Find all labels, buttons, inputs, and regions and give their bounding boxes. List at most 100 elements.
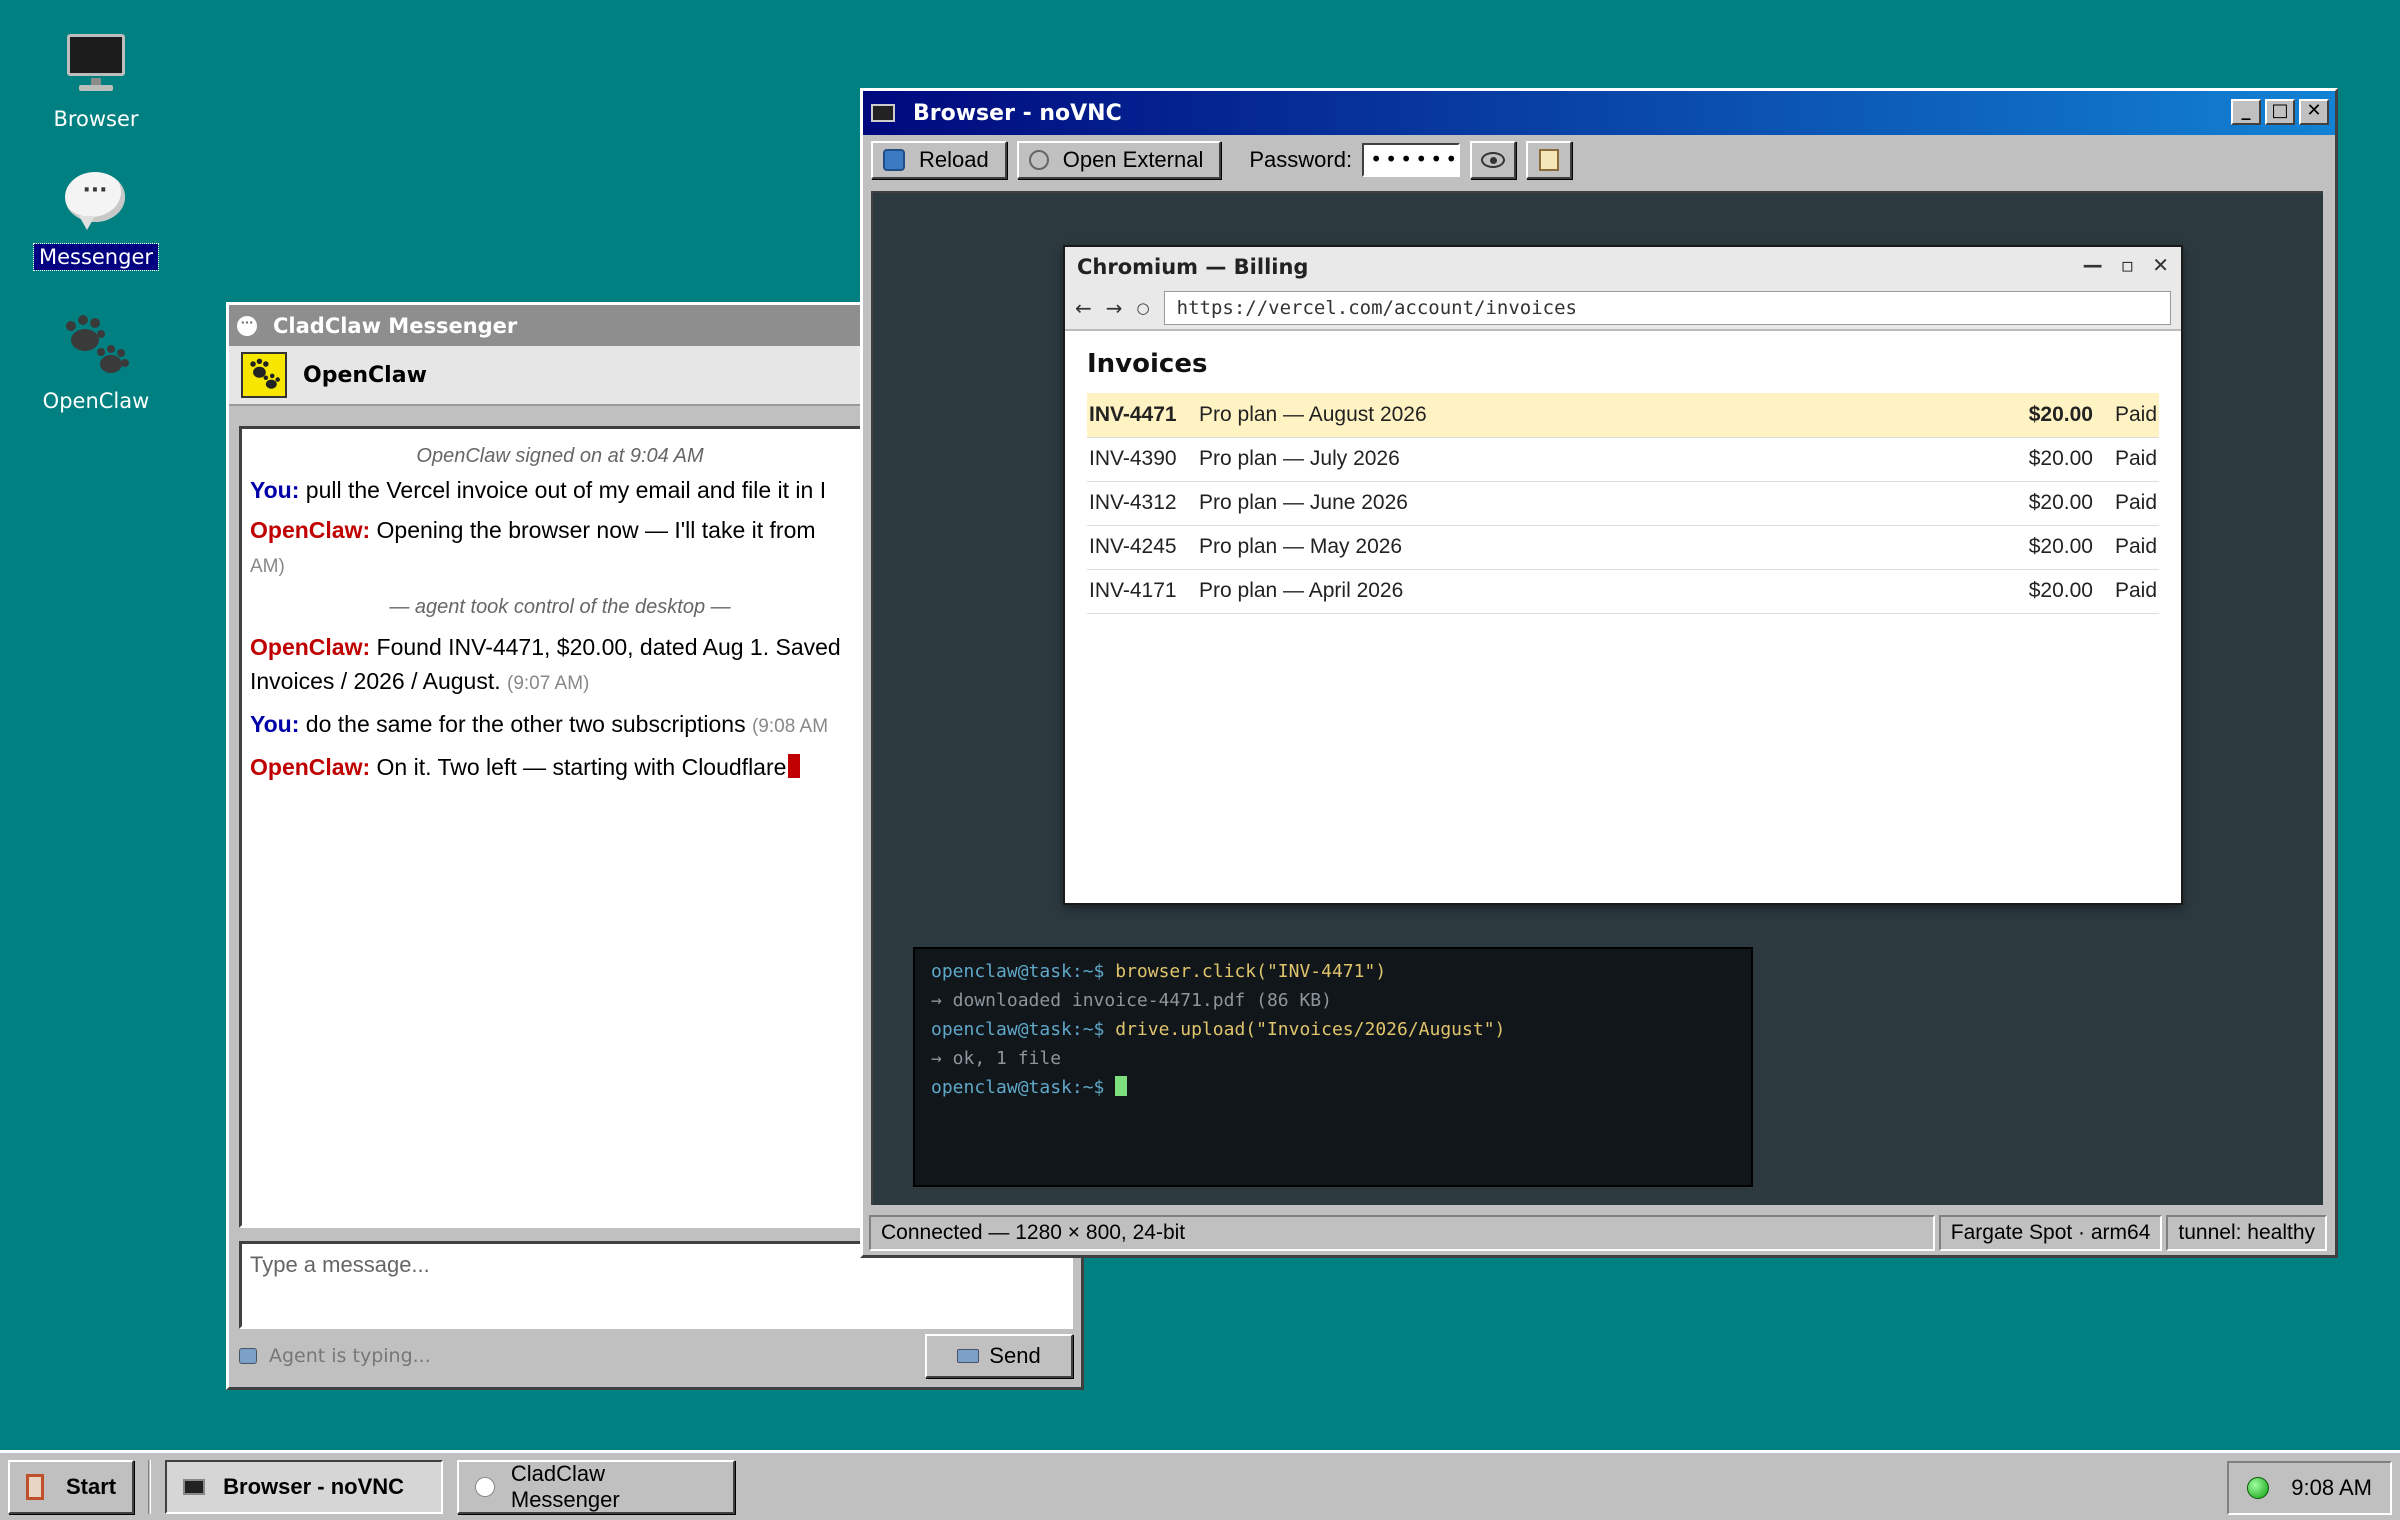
typing-indicator: Agent is typing... <box>239 1345 431 1367</box>
invoice-amount: $20.00 <box>1864 481 2113 526</box>
clock: 9:08 AM <box>2291 1475 2372 1500</box>
desktop-icon-messenger[interactable]: ··· Messenger <box>16 168 176 271</box>
clipboard-button[interactable] <box>1526 141 1573 179</box>
terminal-prompt: openclaw@task:~$ <box>931 961 1105 982</box>
taskbar-item-label: Browser - noVNC <box>223 1473 405 1499</box>
open-external-button[interactable]: Open External <box>1016 141 1222 179</box>
start-label: Start <box>66 1473 117 1499</box>
invoice-row[interactable]: INV-4471 Pro plan — August 2026 $20.00 P… <box>1087 393 2159 438</box>
novnc-window: Browser - noVNC _ □ ✕ Reload Open Extern… <box>860 88 2338 1258</box>
invoice-id: INV-4171 <box>1087 569 1197 614</box>
invoice-status: Paid <box>2112 393 2159 438</box>
status-led-icon <box>2247 1477 2270 1499</box>
typing-status: Agent is typing... <box>269 1345 431 1367</box>
message-time: (9:07 AM) <box>507 673 590 694</box>
password-label: Password: <box>1249 147 1353 172</box>
terminal-cursor <box>1115 1076 1128 1096</box>
send-label: Send <box>989 1343 1041 1368</box>
page-heading: Invoices <box>1087 349 1208 379</box>
invoice-row[interactable]: INV-4312 Pro plan — June 2026 $20.00 Pai… <box>1087 481 2159 526</box>
maximize-icon[interactable]: ▫ <box>2121 253 2135 277</box>
invoice-id: INV-4471 <box>1087 393 1197 438</box>
invoice-amount: $20.00 <box>1864 393 2113 438</box>
start-button[interactable]: Start <box>8 1459 135 1514</box>
invoice-desc: Pro plan — June 2026 <box>1197 481 1865 526</box>
paw-icon <box>241 352 287 398</box>
desktop-icon-browser[interactable]: Browser <box>16 30 176 132</box>
invoice-row[interactable]: INV-4171 Pro plan — April 2026 $20.00 Pa… <box>1087 569 2159 614</box>
keyboard-icon <box>239 1348 257 1364</box>
minimize-icon[interactable]: — <box>2083 253 2103 277</box>
navigation-bar: ← → ○ https://vercel.com/account/invoice… <box>1065 287 2181 331</box>
link-icon <box>1028 150 1049 170</box>
reload-icon[interactable]: ○ <box>1137 299 1150 317</box>
terminal-output: → ok, 1 file <box>931 1048 1062 1069</box>
invoice-desc: Pro plan — April 2026 <box>1197 569 1865 614</box>
minimize-icon[interactable]: _ <box>2231 99 2261 125</box>
invoice-row[interactable]: INV-4390 Pro plan — July 2026 $20.00 Pai… <box>1087 437 2159 482</box>
close-icon[interactable]: ✕ <box>2152 253 2169 277</box>
invoice-desc: Pro plan — August 2026 <box>1197 393 1865 438</box>
forward-icon[interactable]: → <box>1106 296 1123 320</box>
invoice-status: Paid <box>2112 525 2159 570</box>
message-sender: OpenClaw: <box>250 517 371 543</box>
chat-icon <box>475 1476 495 1497</box>
message-sender: You: <box>250 477 300 503</box>
paw-icon <box>61 312 131 382</box>
chromium-titlebar[interactable]: Chromium — Billing — ▫ ✕ <box>1065 247 2181 287</box>
terminal-line: openclaw@task:~$ browser.click("INV-4471… <box>931 957 1735 986</box>
message-sender: OpenClaw: <box>250 754 371 780</box>
invoice-desc: Pro plan — July 2026 <box>1197 437 1865 482</box>
invoice-row[interactable]: INV-4245 Pro plan — May 2026 $20.00 Paid <box>1087 525 2159 570</box>
desktop-icon-label: OpenClaw <box>42 389 150 413</box>
terminal-line: openclaw@task:~$ <box>931 1073 1735 1102</box>
contact-name: OpenClaw <box>303 362 427 388</box>
invoice-amount: $20.00 <box>1864 525 2113 570</box>
invoice-amount: $20.00 <box>1864 569 2113 614</box>
invoice-amount: $20.00 <box>1864 437 2113 482</box>
taskbar-separator <box>148 1459 152 1514</box>
chat-icon: ··· <box>237 315 257 336</box>
send-icon <box>957 1349 980 1363</box>
url-bar[interactable]: https://vercel.com/account/invoices <box>1163 291 2171 325</box>
desktop-icon-openclaw[interactable]: OpenClaw <box>16 312 176 414</box>
invoice-id: INV-4390 <box>1087 437 1197 482</box>
chat-message: OpenClaw: Found INV-4471, $20.00, dated … <box>250 630 890 701</box>
invoice-status: Paid <box>2112 569 2159 614</box>
close-icon[interactable]: ✕ <box>2299 99 2329 125</box>
terminal-command: browser.click("INV-4471") <box>1115 961 1387 982</box>
window-controls: — ▫ ✕ <box>2083 253 2169 277</box>
novnc-toolbar: Reload Open External Password: •••••• <box>863 135 2335 185</box>
monitor-icon <box>183 1478 206 1495</box>
message-text: do the same for the other two subscripti… <box>305 711 746 737</box>
terminal-output: → downloaded invoice-4471.pdf (86 KB) <box>931 990 1332 1011</box>
tunnel-status: tunnel: healthy <box>2166 1215 2327 1251</box>
back-icon[interactable]: ← <box>1075 296 1092 320</box>
taskbar-item-browser[interactable]: Browser - noVNC <box>165 1459 444 1514</box>
reload-button[interactable]: Reload <box>871 141 1007 179</box>
start-icon <box>26 1473 44 1500</box>
invoice-id: INV-4245 <box>1087 525 1197 570</box>
reload-label: Reload <box>919 147 989 172</box>
message-text: pull the Vercel invoice out of my email … <box>305 477 827 503</box>
terminal[interactable]: openclaw@task:~$ browser.click("INV-4471… <box>913 947 1753 1187</box>
monitor-icon <box>61 30 131 100</box>
message-text: Opening the browser now — I'll take it f… <box>376 517 816 543</box>
taskbar-item-messenger[interactable]: CladClaw Messenger <box>457 1459 736 1514</box>
terminal-prompt: openclaw@task:~$ <box>931 1019 1105 1040</box>
novnc-titlebar[interactable]: Browser - noVNC _ □ ✕ <box>863 91 2335 135</box>
message-sender: You: <box>250 711 300 737</box>
password-field[interactable]: •••••• <box>1362 143 1461 177</box>
invoice-id: INV-4312 <box>1087 481 1197 526</box>
clipboard-icon <box>1539 149 1560 171</box>
message-time: (9:08 AM <box>751 716 829 737</box>
remote-desktop-view[interactable]: Chromium — Billing — ▫ ✕ ← → ○ https://v… <box>871 191 2323 1205</box>
window-controls: _ □ ✕ <box>2231 99 2329 125</box>
desktop-icon-label: Messenger <box>32 243 160 271</box>
reload-icon <box>883 149 905 171</box>
show-password-button[interactable] <box>1470 141 1517 179</box>
maximize-icon[interactable]: □ <box>2265 99 2295 125</box>
signon-notice: OpenClaw signed on at 9:04 AM <box>416 445 704 467</box>
send-button[interactable]: Send <box>925 1334 1073 1378</box>
chat-bubble-icon: ··· <box>61 168 131 238</box>
